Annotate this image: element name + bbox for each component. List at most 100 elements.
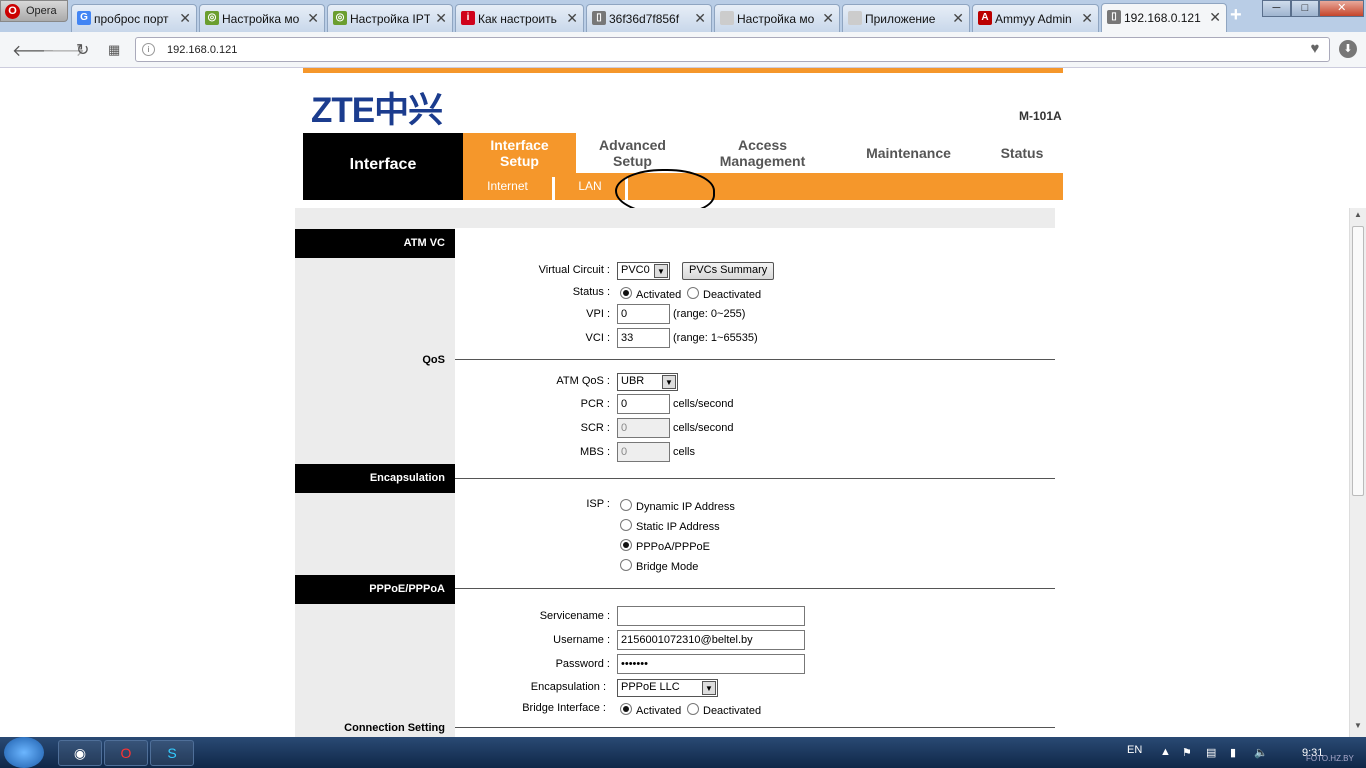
opera-menu-label: Opera (26, 5, 57, 17)
bridge-activated-radio[interactable] (620, 703, 632, 715)
servicename-input[interactable] (617, 606, 805, 626)
tab-favicon-icon: ▯ (592, 11, 606, 25)
vci-input[interactable] (617, 328, 670, 348)
tab-close-icon[interactable]: ✕ (307, 10, 319, 27)
dropdown-arrow-icon: ▼ (662, 375, 676, 389)
bridge-deactivated-radio[interactable] (687, 703, 699, 715)
signal-icon[interactable]: ▮ (1230, 746, 1236, 759)
close-window-button[interactable]: ✕ (1319, 0, 1365, 17)
section-title: Interface (303, 133, 463, 200)
status-activated-radio[interactable] (620, 287, 632, 299)
tab-close-icon[interactable]: ✕ (694, 10, 706, 27)
tab-close-icon[interactable]: ✕ (952, 10, 964, 27)
window-controls: ─ □ ✕ (1262, 0, 1365, 17)
tab-title: Настройка мо (222, 12, 300, 26)
isp-pppoe-radio[interactable] (620, 539, 632, 551)
url-text[interactable]: 192.168.0.121 (167, 44, 237, 56)
volume-icon[interactable]: 🔈 (1254, 746, 1268, 759)
tab-close-icon[interactable]: ✕ (179, 10, 191, 27)
scroll-down-icon[interactable]: ▼ (1352, 721, 1364, 735)
network-icon[interactable]: ▤ (1206, 746, 1216, 759)
tab-favicon-icon (848, 11, 862, 25)
tab-status[interactable]: Status (981, 133, 1063, 173)
flag-icon[interactable]: ⚑ (1182, 746, 1192, 759)
encapsulation-divider (455, 478, 1055, 479)
tab-close-icon[interactable]: ✕ (566, 10, 578, 27)
skype-taskbar-icon[interactable]: S (150, 740, 194, 766)
tray-expand-icon[interactable]: ▲ (1160, 746, 1171, 758)
browser-tab[interactable]: A Ammyy Admin ✕ (972, 4, 1099, 32)
router-page: ZTE中兴 M-101A Interface Interface Setup A… (0, 68, 1349, 737)
address-bar[interactable]: i 192.168.0.121 ♥ (135, 37, 1330, 62)
tab-close-icon[interactable]: ✕ (1209, 9, 1221, 26)
tab-close-icon[interactable]: ✕ (822, 10, 834, 27)
isp-dynamic-ip-label: Dynamic IP Address (636, 501, 735, 513)
status-deactivated-label: Deactivated (703, 289, 762, 301)
tab-close-icon[interactable]: ✕ (435, 10, 447, 27)
tab-title: Настройка мо (737, 12, 815, 26)
subtab-lan[interactable]: LAN (555, 173, 625, 200)
bridge-activated-label: Activated (636, 705, 682, 717)
maximize-button[interactable]: □ (1290, 0, 1320, 17)
browser-tab[interactable]: ▯ 36f36d7f856f ✕ (586, 4, 712, 32)
scroll-up-icon[interactable]: ▲ (1352, 210, 1364, 224)
vertical-scrollbar[interactable]: ▲ ▼ (1349, 208, 1366, 737)
isp-static-ip-radio[interactable] (620, 519, 632, 531)
virtual-circuit-select[interactable]: PVC0 ▼ (617, 262, 670, 280)
browser-tab[interactable]: i Как настроить ✕ (455, 4, 584, 32)
tab-interface-setup[interactable]: Interface Setup (463, 133, 576, 173)
tab-maintenance[interactable]: Maintenance (836, 133, 981, 173)
qos-header: QoS (422, 354, 445, 366)
browser-tab-bar: O Opera Gпроброс порт ✕ ◎ Настройка мо ✕ ◎ Нас… (0, 0, 1366, 32)
vpi-range: (range: 0~255) (673, 308, 746, 320)
password-label: Password : (555, 658, 610, 670)
grey-bar (295, 208, 1055, 228)
pppoe-encapsulation-select[interactable]: PPPoE LLC ▼ (617, 679, 718, 697)
tab-close-icon[interactable]: ✕ (1081, 10, 1093, 27)
servicename-label: Servicename : (539, 610, 610, 622)
vpi-input[interactable] (617, 304, 670, 324)
pcr-label: PCR : (580, 398, 610, 410)
language-indicator[interactable]: EN (1127, 744, 1142, 756)
scrollbar-thumb[interactable] (1352, 226, 1364, 496)
status-deactivated-radio[interactable] (687, 287, 699, 299)
browser-tab[interactable]: Настройка мо ✕ (714, 4, 840, 32)
tab-title: 192.168.0.121 (1124, 11, 1201, 25)
mbs-unit: cells (673, 446, 696, 458)
minimize-button[interactable]: ─ (1262, 0, 1291, 17)
browser-tab[interactable]: Приложение ✕ (842, 4, 970, 32)
connection-divider (455, 727, 1055, 728)
browser-tab[interactable]: Gпроброс порт ✕ (71, 4, 197, 32)
start-button[interactable] (4, 737, 44, 768)
isp-dynamic-ip-radio[interactable] (620, 499, 632, 511)
download-icon[interactable]: ⬇ (1339, 40, 1357, 58)
tab-title: проброс порт (94, 12, 169, 26)
browser-tab[interactable]: ▯ 192.168.0.121 ✕ (1101, 3, 1227, 32)
tab-advanced-setup[interactable]: Advanced Setup (576, 133, 689, 173)
atm-vc-header: ATM VC (295, 229, 455, 258)
opera-menu-button[interactable]: O Opera (0, 0, 68, 22)
reload-icon[interactable]: ↻ (76, 40, 89, 60)
subtab-internet[interactable]: Internet (463, 173, 552, 200)
username-input[interactable] (617, 630, 805, 650)
chrome-taskbar-icon[interactable]: ◉ (58, 740, 102, 766)
pcr-input[interactable] (617, 394, 670, 414)
dropdown-arrow-icon: ▼ (702, 681, 716, 695)
password-input[interactable] (617, 654, 805, 674)
pvcs-summary-button[interactable]: PVCs Summary (682, 262, 775, 280)
pppoe-divider (455, 588, 1055, 589)
top-orange-line (303, 68, 1063, 73)
isp-bridge-label: Bridge Mode (636, 561, 699, 573)
bridge-interface-label: Bridge Interface : (522, 702, 606, 714)
new-tab-button[interactable]: + (1230, 4, 1242, 27)
atm-qos-value: UBR (621, 375, 645, 387)
speed-dial-icon[interactable]: ▦ (108, 42, 120, 58)
opera-taskbar-icon[interactable]: O (104, 740, 148, 766)
isp-bridge-radio[interactable] (620, 559, 632, 571)
browser-tab[interactable]: ◎ Настройка мо ✕ (199, 4, 325, 32)
browser-tab[interactable]: ◎ Настройка IPT ✕ (327, 4, 453, 32)
bookmark-heart-icon[interactable]: ♥ (1302, 37, 1328, 62)
page-info-icon[interactable]: i (142, 43, 155, 56)
tab-access-management[interactable]: Access Management (689, 133, 836, 173)
atm-qos-select[interactable]: UBR ▼ (617, 373, 678, 391)
